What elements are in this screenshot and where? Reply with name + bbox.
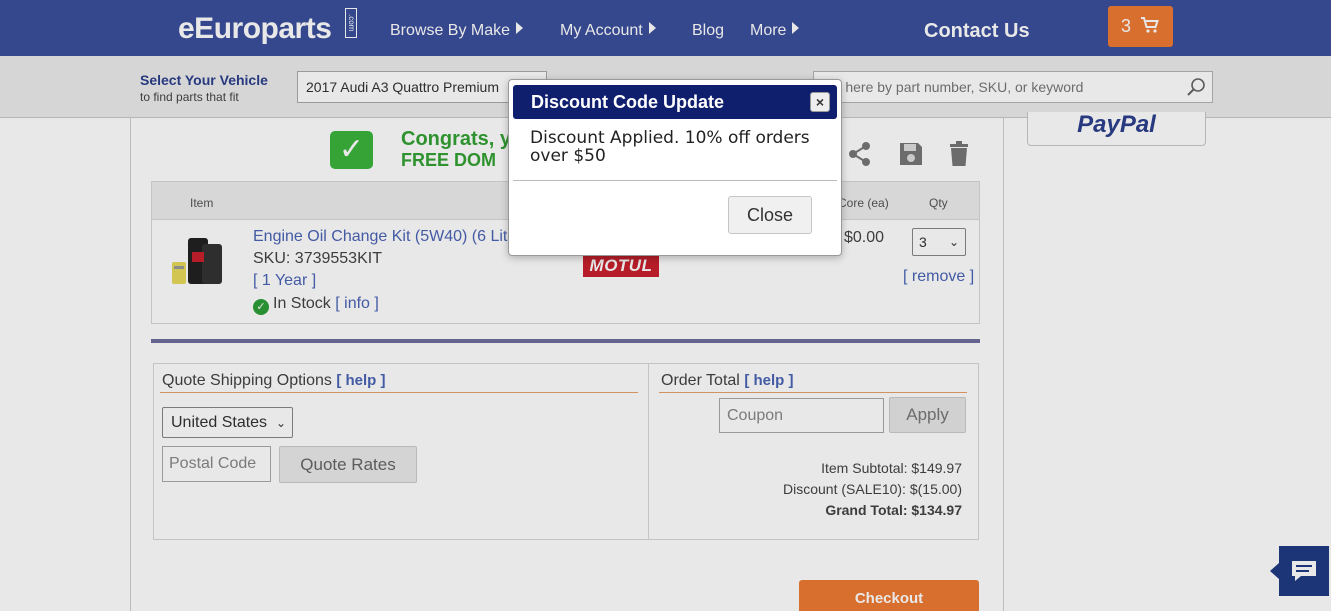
close-button[interactable]: Close xyxy=(728,196,812,234)
discount-code-dialog: Discount Code Update × Discount Applied.… xyxy=(508,79,842,256)
close-icon[interactable]: × xyxy=(810,92,830,112)
dialog-message: Discount Applied. 10% off orders over $5… xyxy=(530,128,810,166)
dialog-header: Discount Code Update × xyxy=(513,85,837,119)
dialog-divider xyxy=(513,180,837,181)
dialog-title: Discount Code Update xyxy=(531,92,725,112)
